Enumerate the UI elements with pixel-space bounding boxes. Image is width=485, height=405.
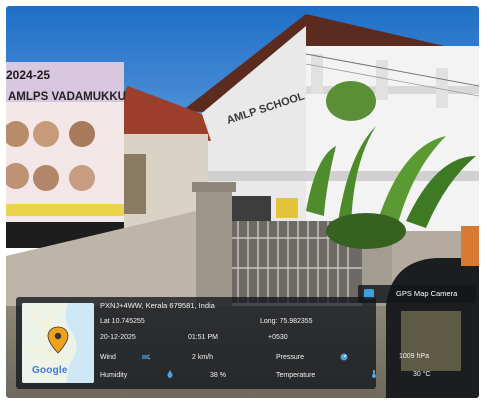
temperature-value: 30 °C (413, 371, 431, 378)
photo-frame: AMLP SCHOOL 2024-25 AMLPS VADAMUKKU GPS … (6, 6, 479, 398)
admission-banner (6, 62, 124, 248)
pressure-label: Pressure (276, 354, 305, 361)
wind-label: Wind (100, 354, 116, 361)
humidity-label: Humidity (100, 372, 128, 379)
temperature-label: Temperature (276, 372, 316, 379)
date-text: 20-12-2025 (100, 334, 136, 341)
gate-pillar (196, 188, 232, 308)
pressure-icon (340, 353, 348, 361)
timezone-text: +0530 (268, 334, 288, 341)
map-thumbnail: Google (22, 303, 94, 383)
humidity-icon (167, 370, 173, 378)
banner-year: 2024-25 (6, 68, 50, 82)
address-text: PXNJ+4WW, Kerala 679581, India (100, 301, 215, 310)
gps-app-title: GPS Map Camera (396, 289, 458, 298)
location-details: PXNJ+4WW, Kerala 679581, India Lat 10.74… (100, 301, 370, 387)
latitude-text: Lat 10.745255 (100, 318, 145, 325)
thermometer-icon (372, 370, 376, 378)
banner-school-name: AMLPS VADAMUKKU (8, 91, 126, 103)
wind-value: 2 km/h (192, 354, 214, 361)
pressure-value: 1009 hPa (399, 353, 429, 360)
time-text: 01:51 PM (188, 334, 218, 341)
humidity-value: 38 % (210, 372, 226, 379)
google-logo: Google (32, 365, 68, 376)
wind-icon (142, 354, 150, 360)
longitude-text: Long: 75.982355 (260, 318, 313, 325)
gps-info-overlay: Google PXNJ+4WW, Kerala 679581, India La… (16, 297, 376, 389)
